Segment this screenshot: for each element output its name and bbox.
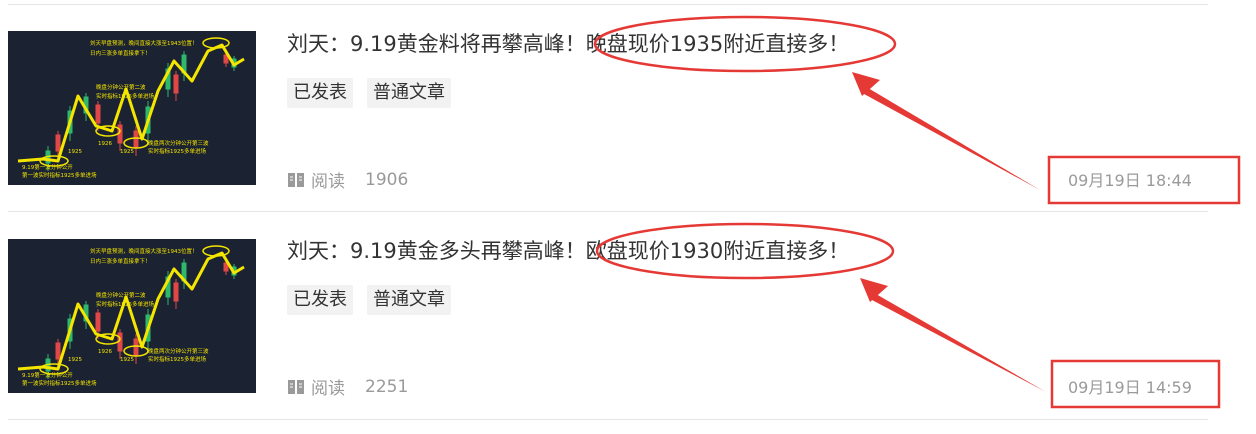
thumb-callout-left2: 第一波实时指标1925多单进场 (22, 171, 97, 179)
read-stats: 阅读 2251 (287, 374, 408, 399)
thumb-callout-bottom2: 实时指标1925多单进场 (148, 355, 206, 363)
thumb-level-a: 1926 (98, 349, 112, 355)
thumb-callout-top2: 日内三涨多单直接拿下！ (90, 49, 151, 57)
publish-date: 09月19日 14:59 (1068, 378, 1192, 397)
thumb-level-c: 1925 (68, 357, 82, 363)
article-item[interactable]: 刘天早盘预测，晚间直接大涨至1943位置！ 日内三涨多单直接拿下！ 晚盘分钟公开… (0, 0, 1256, 200)
thumb-callout-left: 9.19第一波分钟公开 (22, 163, 73, 171)
book-icon (288, 379, 304, 394)
thumb-callout-top: 刘天早盘预测，晚间直接大涨至1943位置！ (90, 39, 198, 47)
thumb-callout-left: 9.19第一波分钟公开 (22, 371, 73, 379)
read-label: 阅读 (311, 172, 345, 192)
tag-published[interactable]: 已发表 (287, 78, 353, 108)
read-count: 2251 (365, 376, 409, 397)
thumb-level-a: 1926 (98, 141, 112, 147)
thumb-callout-mid: 晚盘分钟公开第二波 (96, 83, 146, 91)
read-stats: 阅读 1906 (287, 167, 408, 192)
bottom-divider (8, 419, 1208, 420)
read-count: 1906 (365, 169, 409, 190)
read-label: 阅读 (311, 379, 345, 399)
article-thumbnail[interactable]: 刘天早盘预测，晚间直接大涨至1943位置！ 日内三涨多单直接拿下！ 晚盘分钟公开… (8, 239, 256, 393)
article-title[interactable]: 刘天：9.19黄金料将再攀高峰！晚盘现价1935附近直接多！ (287, 28, 849, 58)
thumb-level-b: 1925 (120, 149, 134, 155)
publish-date: 09月19日 18:44 (1068, 171, 1192, 190)
thumb-callout-top: 刘天早盘预测，晚间直接大涨至1943位置！ (90, 247, 198, 255)
gold-chart-thumbnail: 刘天早盘预测，晚间直接大涨至1943位置！ 日内三涨多单直接拿下！ 晚盘分钟公开… (17, 245, 245, 387)
thumb-callout-bottom2: 实时指标1925多单进场 (148, 147, 206, 155)
thumb-callout-bottom: 晚盘两次分钟公开第三波 (148, 139, 209, 147)
tag-article-type[interactable]: 普通文章 (367, 285, 451, 315)
article-title[interactable]: 刘天：9.19黄金多头再攀高峰！欧盘现价1930附近直接多！ (287, 235, 849, 265)
thumb-level-b: 1925 (120, 357, 134, 363)
thumb-callout-mid2: 实时指标1925多单进场 (96, 300, 154, 308)
thumb-callout-mid: 晚盘分钟公开第二波 (96, 291, 146, 299)
article-item[interactable]: 刘天早盘预测，晚间直接大涨至1943位置！ 日内三涨多单直接拿下！ 晚盘分钟公开… (0, 207, 1256, 407)
thumb-callout-mid2: 实时指标1925多单进场 (96, 92, 154, 100)
tag-published[interactable]: 已发表 (287, 285, 353, 315)
gold-chart-thumbnail: 刘天早盘预测，晚间直接大涨至1943位置！ 日内三涨多单直接拿下！ 晚盘分钟公开… (17, 37, 245, 179)
thumb-callout-bottom: 晚盘两次分钟公开第三波 (148, 347, 209, 355)
article-thumbnail[interactable]: 刘天早盘预测，晚间直接大涨至1943位置！ 日内三涨多单直接拿下！ 晚盘分钟公开… (8, 31, 256, 185)
thumb-level-c: 1925 (68, 149, 82, 155)
tag-article-type[interactable]: 普通文章 (367, 78, 451, 108)
thumb-callout-left2: 第一波实时指标1925多单进场 (22, 379, 97, 387)
thumb-callout-top2: 日内三涨多单直接拿下！ (90, 257, 151, 265)
book-icon (288, 172, 304, 187)
